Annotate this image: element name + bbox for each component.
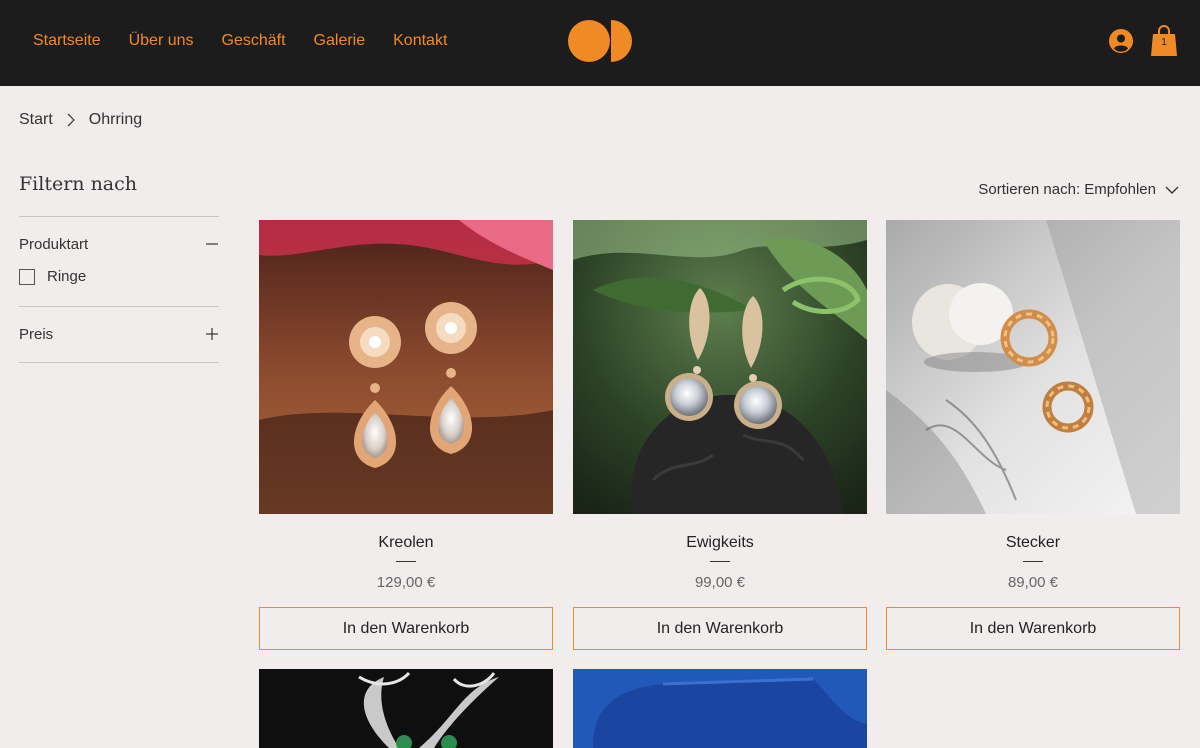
product-name[interactable]: Kreolen — [259, 534, 553, 552]
facet-label: Preis — [19, 325, 54, 343]
top-bar: Startseite Über uns Geschäft Galerie Kon… — [0, 0, 1200, 86]
cart-count-badge: 1 — [1161, 37, 1167, 48]
divider — [396, 561, 416, 562]
divider — [710, 561, 730, 562]
filter-option-label: Ringe — [47, 268, 87, 285]
product-image[interactable] — [573, 220, 867, 514]
product-card: Ewigkeits 99,00 € In den Warenkorb — [573, 220, 867, 650]
add-to-cart-button[interactable]: In den Warenkorb — [573, 607, 867, 650]
product-card — [573, 669, 867, 748]
filter-title: Filtern nach — [19, 173, 138, 195]
facet-label: Produktart — [19, 235, 89, 253]
add-to-cart-button[interactable]: In den Warenkorb — [259, 607, 553, 650]
main-nav: Startseite Über uns Geschäft Galerie Kon… — [33, 0, 475, 82]
product-image[interactable] — [886, 220, 1180, 514]
product-name[interactable]: Stecker — [886, 534, 1180, 552]
product-price: 129,00 € — [376, 574, 436, 591]
nav-kontakt[interactable]: Kontakt — [393, 32, 447, 50]
divider — [19, 306, 219, 307]
chevron-down-icon — [1165, 186, 1179, 194]
divider — [19, 362, 219, 363]
logo-icon[interactable] — [568, 20, 632, 62]
chevron-right-icon — [67, 113, 75, 127]
add-to-cart-button[interactable]: In den Warenkorb — [886, 607, 1180, 650]
product-price: 89,00 € — [1007, 574, 1059, 591]
nav-ueber-uns[interactable]: Über uns — [129, 32, 194, 50]
product-image[interactable] — [573, 669, 867, 748]
product-card — [259, 669, 553, 748]
plus-icon — [206, 328, 218, 340]
product-price: 99,00 € — [694, 574, 746, 591]
facet-preis-toggle[interactable]: Preis — [19, 322, 219, 346]
breadcrumb: Start Ohrring — [19, 111, 142, 129]
sort-label: Sortieren nach: Empfohlen — [978, 181, 1156, 198]
product-name[interactable]: Ewigkeits — [573, 534, 867, 552]
cart-button[interactable]: 1 — [1151, 25, 1177, 57]
breadcrumb-home[interactable]: Start — [19, 111, 53, 129]
breadcrumb-current: Ohrring — [88, 111, 143, 128]
product-card: Stecker 89,00 € In den Warenkorb — [886, 220, 1180, 650]
filter-option-ringe[interactable]: Ringe — [19, 268, 86, 285]
nav-galerie[interactable]: Galerie — [314, 32, 366, 50]
product-image[interactable] — [259, 220, 553, 514]
product-image[interactable] — [259, 669, 553, 748]
facet-produktart-toggle[interactable]: Produktart — [19, 232, 219, 256]
nav-geschaeft[interactable]: Geschäft — [222, 32, 286, 50]
sort-dropdown[interactable]: Sortieren nach: Empfohlen — [978, 181, 1180, 198]
minus-icon — [206, 243, 218, 245]
nav-startseite[interactable]: Startseite — [33, 32, 101, 50]
divider — [1023, 561, 1043, 562]
user-icon[interactable] — [1109, 29, 1133, 53]
divider — [19, 216, 219, 217]
product-card: Kreolen 129,00 € In den Warenkorb — [259, 220, 553, 650]
checkbox[interactable] — [19, 268, 35, 285]
